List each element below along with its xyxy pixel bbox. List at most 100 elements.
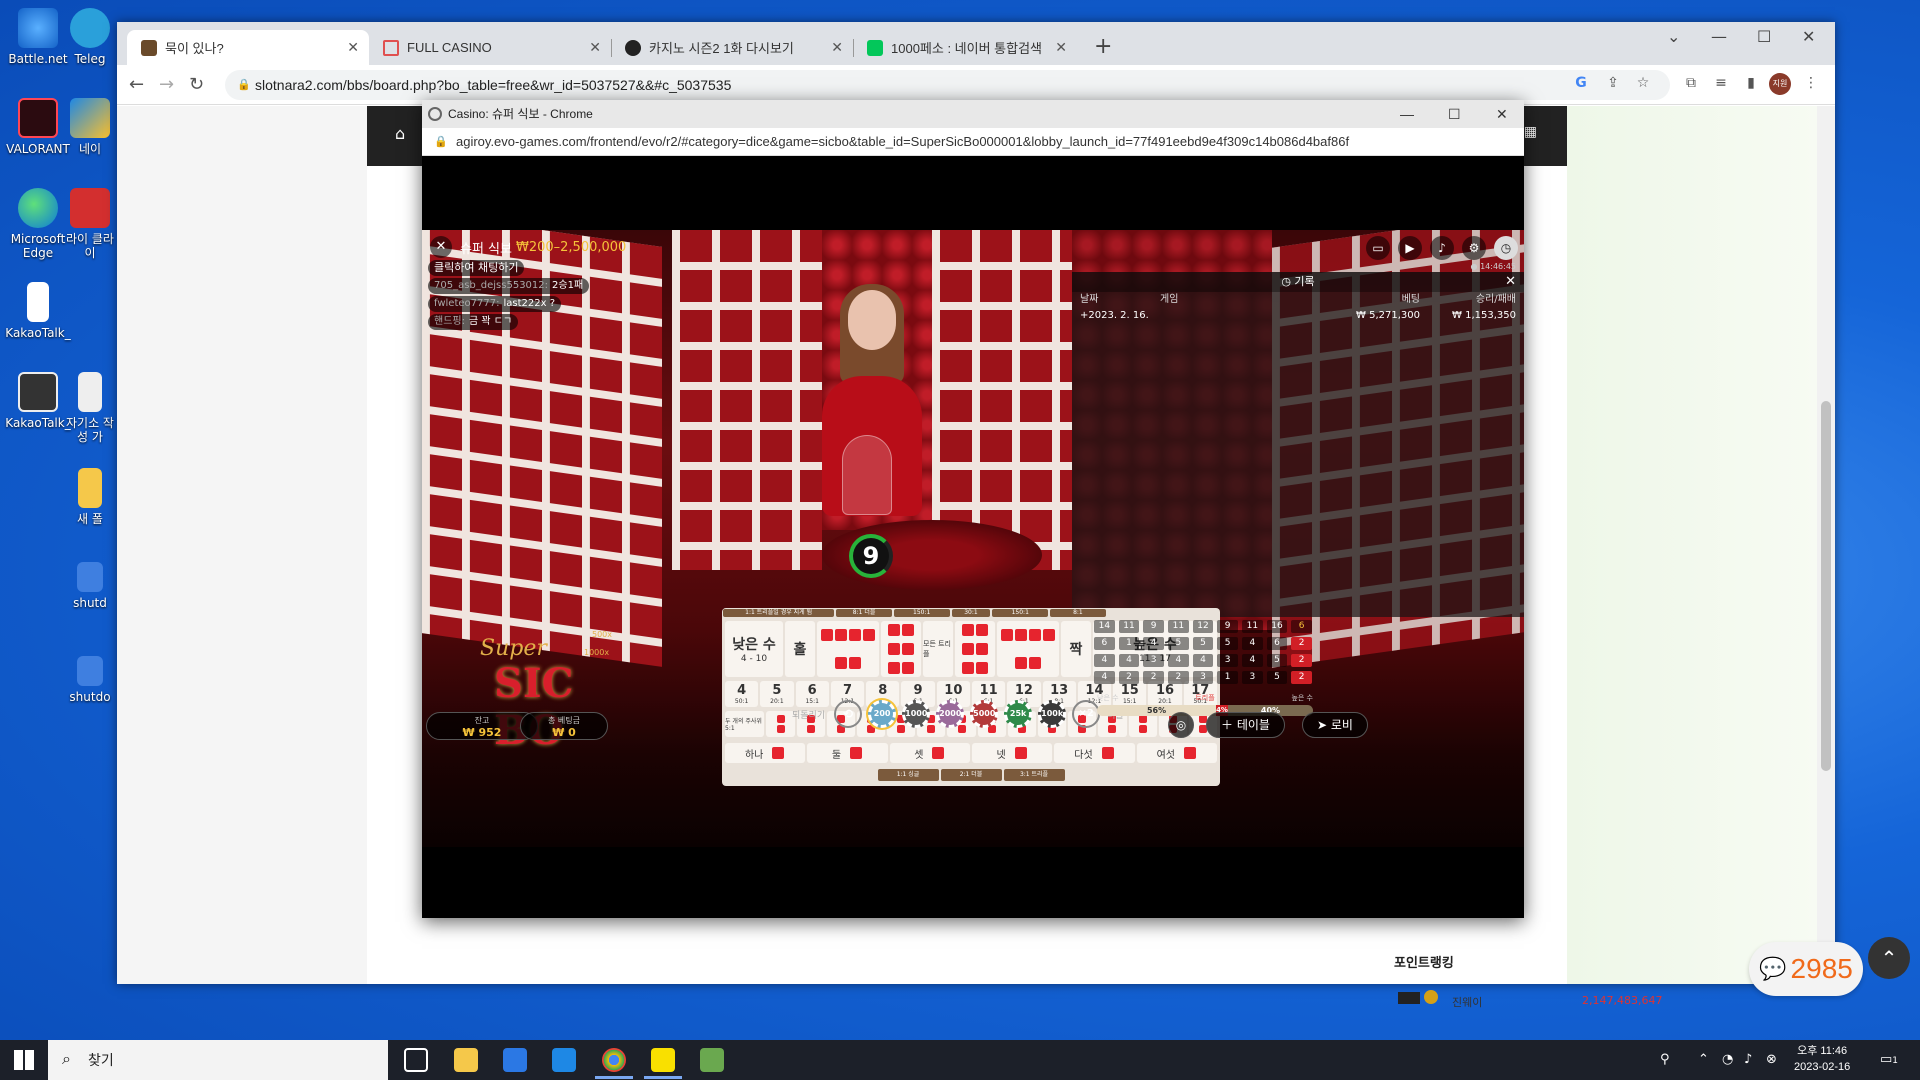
close-tab-icon[interactable]: ✕: [347, 39, 359, 56]
address-bar[interactable]: 🔒 slotnara2.com/bbs/board.php?bo_table=fr…: [225, 70, 1670, 100]
history-game: [1160, 308, 1310, 324]
chrome-icon[interactable]: [602, 1048, 626, 1072]
task-view-icon[interactable]: [404, 1048, 428, 1072]
tab-board[interactable]: 묵이 있나? ✕: [127, 30, 369, 65]
document-icon[interactable]: 자기소 작성 가: [65, 372, 115, 444]
bet-single[interactable]: 하나: [725, 743, 806, 763]
close-history-icon[interactable]: ✕: [1505, 274, 1516, 289]
shutdown-shortcut-icon[interactable]: shutd: [65, 562, 115, 610]
bookmark-star-icon[interactable]: ☆: [1634, 75, 1652, 93]
bet-odd[interactable]: 홀: [785, 621, 815, 677]
close-tab-icon[interactable]: ✕: [831, 39, 843, 56]
back-icon[interactable]: ←: [129, 74, 144, 95]
store-icon[interactable]: [503, 1048, 527, 1072]
popup-minimize-button[interactable]: —: [1400, 100, 1414, 128]
volume-icon[interactable]: ♪: [1744, 1052, 1752, 1067]
tab-naver-search[interactable]: 1000페소 : 네이버 통합검색 ✕: [853, 30, 1077, 65]
system-clock[interactable]: 오후 11:46 2023-02-16: [1794, 1043, 1850, 1075]
bet-any-triple[interactable]: 모든 트리플: [923, 621, 953, 677]
telegram-icon[interactable]: Teleg: [65, 8, 115, 66]
chip-2000[interactable]: 2000: [936, 700, 965, 728]
folder-icon[interactable]: 새 폴: [65, 468, 115, 526]
chip-25k[interactable]: 25k: [1004, 700, 1033, 728]
mail-icon[interactable]: [552, 1048, 576, 1072]
naver-icon[interactable]: 네이: [65, 98, 115, 156]
bet-doubles[interactable]: [817, 621, 879, 677]
bet-total[interactable]: 5 20:1: [760, 681, 794, 707]
forward-icon[interactable]: →: [159, 74, 174, 95]
windows-start-icon[interactable]: [14, 1050, 34, 1070]
tab-casino-replay[interactable]: 카지노 시즌2 1화 다시보기 ✕: [611, 30, 854, 65]
bet-single[interactable]: 둘: [807, 743, 888, 763]
kakaotalk-file-icon[interactable]: KakaoTalk_: [0, 282, 76, 340]
wifi-icon[interactable]: ◔: [1722, 1052, 1733, 1067]
share-icon[interactable]: ⇪: [1604, 75, 1622, 93]
chip-1000[interactable]: 1000: [902, 700, 931, 728]
close-window-button[interactable]: ✕: [1802, 27, 1815, 46]
video-icon[interactable]: ▶: [1398, 236, 1422, 260]
menu-kebab-icon[interactable]: ⋮: [1802, 75, 1820, 93]
dice-icon: [772, 747, 785, 759]
close-game-icon[interactable]: ✕: [430, 236, 452, 258]
lobby-button[interactable]: ➤ 로비: [1302, 712, 1368, 738]
bet-combo[interactable]: [766, 711, 795, 737]
ranking-row[interactable]: 진웨이 2,147,483,647: [1382, 988, 1662, 1009]
minimize-button[interactable]: —: [1711, 27, 1727, 46]
bet-small[interactable]: 낮은 수4 - 10: [725, 621, 783, 677]
new-tab-button[interactable]: +: [1094, 34, 1112, 59]
history-row[interactable]: +2023. 2. 16. ₩ 5,271,300 ₩ 1,153,350: [1072, 308, 1524, 324]
network-off-icon[interactable]: ⊗: [1766, 1052, 1777, 1067]
notification-icon[interactable]: ▭1: [1880, 1052, 1898, 1067]
chip-5000[interactable]: 5000: [970, 700, 999, 728]
extensions-icon[interactable]: ⧉: [1682, 75, 1700, 93]
tab-search-icon[interactable]: ⌄: [1667, 27, 1680, 46]
close-tab-icon[interactable]: ✕: [1055, 39, 1067, 56]
tray-chevron-icon[interactable]: ⌃: [1698, 1052, 1709, 1067]
grid-menu-icon[interactable]: ▦: [1524, 124, 1537, 140]
maximize-button[interactable]: ☐: [1757, 27, 1771, 46]
table-button[interactable]: ＋ 테이블: [1206, 712, 1285, 738]
riot-client-icon[interactable]: 라이 클라이: [65, 188, 115, 260]
chat-toggle-icon[interactable]: ◎: [1168, 712, 1194, 738]
scroll-top-button[interactable]: ⌃: [1868, 937, 1910, 979]
kakaotalk-icon[interactable]: [651, 1048, 675, 1072]
bet-doubles[interactable]: [997, 621, 1059, 677]
popup-close-button[interactable]: ✕: [1496, 100, 1508, 128]
bet-specific-triples[interactable]: [955, 621, 995, 677]
double-button[interactable]: ×2: [1072, 700, 1101, 728]
table-label: 테이블: [1236, 718, 1270, 732]
people-icon[interactable]: ⚲: [1660, 1052, 1670, 1067]
popup-maximize-button[interactable]: ☐: [1448, 100, 1461, 128]
close-tab-icon[interactable]: ✕: [589, 39, 601, 56]
bet-even[interactable]: 짝: [1061, 621, 1091, 677]
chat-icon[interactable]: ▭: [1366, 236, 1390, 260]
taskbar-search[interactable]: ⌕ 찾기: [48, 1040, 388, 1080]
reload-icon[interactable]: ↻: [189, 74, 204, 95]
file-explorer-icon[interactable]: [454, 1048, 478, 1072]
reading-list-icon[interactable]: ≡: [1712, 75, 1730, 93]
side-panel-icon[interactable]: ▮: [1742, 75, 1760, 93]
profile-avatar[interactable]: 지원: [1769, 73, 1791, 95]
bet-total[interactable]: 4 50:1: [725, 681, 759, 707]
chip-100k[interactable]: 100k: [1038, 700, 1067, 728]
popup-address-bar[interactable]: 🔒 agiroy.evo-games.com/frontend/evo/r2/#c…: [422, 128, 1524, 156]
bet-single[interactable]: 다섯: [1054, 743, 1135, 763]
bet-single[interactable]: 셋: [889, 743, 970, 763]
settings-gear-icon[interactable]: ⚙: [1462, 236, 1486, 260]
home-icon[interactable]: ⌂: [395, 124, 405, 143]
chat-input[interactable]: 클릭하여 채팅하기: [428, 260, 525, 276]
calculator-icon[interactable]: [700, 1048, 724, 1072]
page-scrollbar[interactable]: [1817, 106, 1835, 984]
chip-200[interactable]: 200: [868, 700, 897, 728]
chat-count-button[interactable]: 💬 2985: [1749, 942, 1863, 996]
shutdown-shortcut-icon[interactable]: shutdo: [65, 656, 115, 704]
undo-icon[interactable]: ⟲: [834, 700, 863, 728]
tab-full-casino[interactable]: FULL CASINO ✕: [369, 30, 612, 65]
bet-specific-triples[interactable]: [881, 621, 921, 677]
google-lens-icon[interactable]: G: [1572, 75, 1590, 93]
sound-icon[interactable]: ♪: [1430, 236, 1454, 260]
bet-single[interactable]: 넷: [971, 743, 1053, 763]
bet-single[interactable]: 여섯: [1136, 743, 1217, 763]
scrollbar-thumb[interactable]: [1821, 401, 1831, 771]
history-icon[interactable]: ◷: [1494, 236, 1518, 260]
